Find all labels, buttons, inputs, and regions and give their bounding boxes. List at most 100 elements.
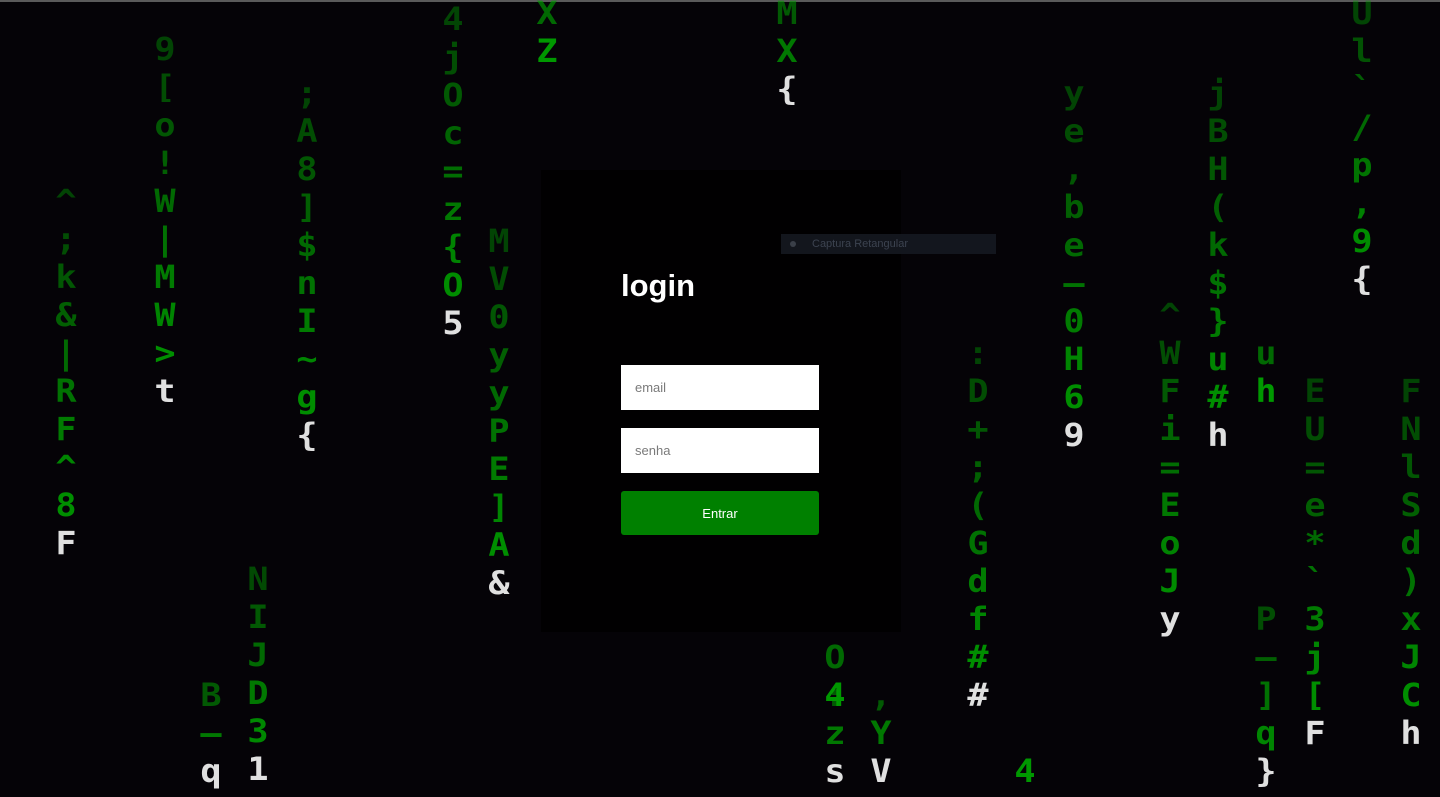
rain-glyph: b (1063, 188, 1085, 226)
rain-glyph: $ (1207, 264, 1229, 302)
rain-glyph: — (200, 714, 222, 752)
rain-glyph: 9 (154, 30, 176, 68)
rain-glyph: W (154, 182, 176, 220)
rain-glyph: U (1351, 0, 1373, 32)
rain-glyph: q (1255, 714, 1277, 752)
rain-glyph: O (442, 266, 464, 304)
rain-glyph: } (1255, 752, 1277, 790)
rain-glyph: e (1063, 226, 1085, 264)
rain-glyph: & (488, 564, 510, 602)
rain-glyph: E (488, 450, 510, 488)
rain-glyph: k (55, 258, 77, 296)
rain-glyph: F (1304, 714, 1326, 752)
rain-glyph: P (1255, 600, 1277, 638)
rain-glyph: , (1351, 184, 1373, 222)
rain-glyph: l (1400, 448, 1422, 486)
email-input[interactable] (621, 365, 819, 410)
rain-glyph: 9 (1351, 222, 1373, 260)
rain-glyph: g (296, 378, 318, 416)
rain-glyph: e (1063, 112, 1085, 150)
rain-glyph: h (1400, 714, 1422, 752)
rain-glyph: A (488, 526, 510, 564)
rain-glyph: R (55, 372, 77, 410)
rain-glyph: Z (536, 32, 558, 70)
rain-glyph: { (296, 416, 318, 454)
rain-glyph: l (1351, 32, 1373, 70)
rain-glyph: f (967, 600, 989, 638)
rain-glyph: o (1159, 524, 1181, 562)
rain-glyph: ( (967, 486, 989, 524)
rain-glyph: u (1207, 340, 1229, 378)
rain-glyph: # (967, 638, 989, 676)
rain-glyph: z (824, 714, 846, 752)
rain-glyph: * (1304, 524, 1326, 562)
rain-glyph: N (1400, 410, 1422, 448)
rain-glyph: Y (870, 714, 892, 752)
rain-glyph: ( (1207, 188, 1229, 226)
rain-glyph: d (967, 562, 989, 600)
rain-glyph: x (1400, 600, 1422, 638)
tooltip-text: Captura Retangular (812, 238, 909, 250)
rain-glyph: P (488, 412, 510, 450)
rain-glyph: 5 (442, 304, 464, 342)
rain-glyph: 1 (247, 750, 269, 788)
rain-glyph: n (296, 264, 318, 302)
rain-glyph: = (1304, 448, 1326, 486)
rain-glyph: # (1207, 378, 1229, 416)
rain-glyph: y (488, 374, 510, 412)
rain-glyph: = (1159, 448, 1181, 486)
rain-glyph: | (55, 334, 77, 372)
rain-glyph: I (296, 302, 318, 340)
rain-glyph: + (967, 410, 989, 448)
rain-glyph: G (967, 524, 989, 562)
rain-glyph: — (1063, 264, 1085, 302)
rain-glyph: } (1207, 302, 1229, 340)
rain-glyph: y (1063, 74, 1085, 112)
rain-glyph: ; (55, 220, 77, 258)
rain-glyph: ) (1400, 562, 1422, 600)
rain-glyph: : (824, 676, 846, 714)
rain-glyph: : (967, 334, 989, 372)
rain-glyph: p (1351, 146, 1373, 184)
rain-glyph: V (488, 260, 510, 298)
rain-glyph: , (870, 676, 892, 714)
rain-glyph: ^ (55, 448, 77, 486)
rain-glyph: [ (154, 68, 176, 106)
rain-glyph: 4 (1014, 752, 1036, 790)
rain-glyph: B (200, 676, 222, 714)
rain-glyph: N (247, 560, 269, 598)
rain-glyph: M (488, 222, 510, 260)
rain-glyph: c (442, 114, 464, 152)
rain-glyph: D (247, 674, 269, 712)
rain-glyph: ; (296, 74, 318, 112)
rain-glyph: 3 (1304, 600, 1326, 638)
rain-glyph: { (1351, 260, 1373, 298)
rain-glyph: ] (1255, 676, 1277, 714)
rain-glyph: | (154, 220, 176, 258)
rain-glyph: F (55, 410, 77, 448)
screen-capture-tooltip: Captura Retangular (781, 234, 996, 254)
rain-glyph: C (1400, 676, 1422, 714)
rain-glyph: h (1255, 372, 1277, 410)
rain-glyph: t (154, 372, 176, 410)
rain-glyph: = (442, 152, 464, 190)
login-submit-button[interactable]: Entrar (621, 491, 819, 535)
password-input[interactable] (621, 428, 819, 473)
rain-glyph: > (154, 334, 176, 372)
rain-glyph: 0 (488, 298, 510, 336)
rain-glyph: V (870, 752, 892, 790)
rain-glyph: { (442, 228, 464, 266)
rain-glyph: A (296, 112, 318, 150)
rain-glyph: / (1351, 108, 1373, 146)
rain-glyph: y (488, 336, 510, 374)
rain-glyph: ] (488, 488, 510, 526)
rain-glyph: s (824, 752, 846, 790)
rain-glyph: X (536, 0, 558, 32)
rain-glyph: ] (296, 188, 318, 226)
rain-glyph: M (776, 0, 798, 32)
rain-glyph: 0 (1063, 302, 1085, 340)
rain-glyph: 4 (442, 0, 464, 38)
rain-glyph: ! (154, 144, 176, 182)
rain-glyph: E (1159, 486, 1181, 524)
rain-glyph: J (1159, 562, 1181, 600)
